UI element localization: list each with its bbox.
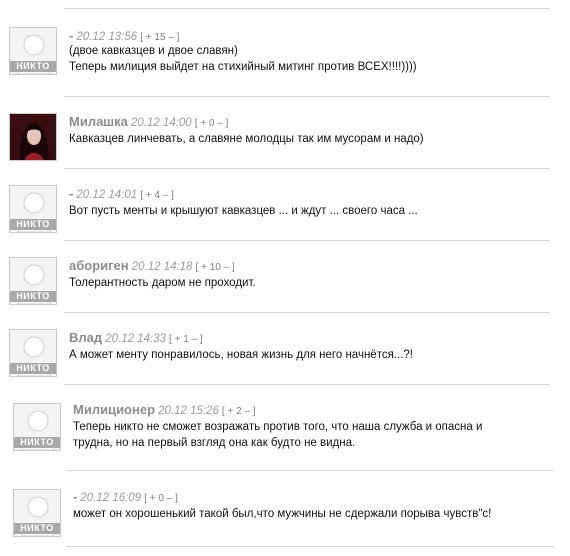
top-divider (64, 8, 550, 9)
vote-up-link[interactable]: [ + (144, 493, 155, 504)
vote-up-link[interactable]: [ + (140, 32, 151, 43)
comment-rating: [ + 10 – ] (196, 262, 235, 273)
comment-divider (64, 96, 550, 97)
vote-down-link[interactable]: – ] (168, 32, 179, 43)
vote-down-link[interactable]: – ] (167, 493, 178, 504)
avatar-caption: НИКТО (10, 291, 56, 302)
avatar[interactable]: НИКТО (9, 329, 57, 377)
comment-divider (64, 168, 550, 169)
comment-text-line: Теперь никто не сможет возражать против … (73, 421, 483, 433)
comment-author[interactable]: Милашка (69, 114, 128, 129)
comment-text-line: Вот пусть менты и крышуют кавказцев ... … (69, 205, 418, 217)
comment-date: 20.12 16:09 (80, 492, 142, 504)
comment-date: 20.12 13:56 (76, 31, 138, 43)
avatar-caption: НИКТО (10, 219, 56, 230)
comment-date: 20.12 14:01 (76, 189, 138, 201)
comment-date: 20.12 14:33 (105, 333, 166, 345)
vote-up-link[interactable]: [ + (196, 262, 207, 273)
vote-up-link[interactable]: [ + (169, 334, 180, 345)
comment-text-line: (двое кавказцев и двое славян) (69, 45, 238, 57)
vote-down-link[interactable]: – ] (192, 334, 203, 345)
comment-divider (66, 546, 554, 547)
comment-text-line: А может менту понравилось, новая жизнь д… (69, 349, 413, 361)
rating-score: 0 (158, 493, 164, 504)
comment-text-line: Теперь милиция выйдет на стихийный митин… (69, 61, 417, 73)
rating-score: 0 (208, 118, 215, 129)
avatar-caption: НИКТО (10, 61, 56, 72)
comment-rating: [ + 15 – ] (140, 32, 179, 43)
comment-text-line: трудна, но на первый взгляд она как будт… (73, 437, 356, 449)
avatar[interactable]: НИКТО (13, 489, 61, 537)
vote-down-link[interactable]: – ] (217, 118, 228, 129)
comment-author[interactable]: абориген (69, 258, 129, 273)
avatar-caption: НИКТО (10, 363, 56, 374)
comment-date: 20.12 15:26 (158, 405, 219, 417)
comment-rating: [ + 1 – ] (169, 334, 203, 345)
vote-up-link[interactable]: [ + (140, 190, 151, 201)
user-photo-icon (10, 114, 56, 160)
vote-up-link[interactable]: [ + (195, 118, 206, 129)
comment-divider (66, 470, 554, 471)
rating-score: 15 (154, 32, 166, 43)
avatar[interactable]: НИКТО (9, 27, 57, 75)
comment-date: 20.12 14:00 (130, 117, 192, 129)
vote-up-link[interactable]: [ + (222, 406, 233, 417)
comment-text-line: Кавказцев линчевать, а славяне молодцы т… (69, 133, 424, 145)
comment-author[interactable]: Милиционер (73, 402, 155, 417)
comment-author[interactable]: - (69, 186, 73, 201)
comment-author[interactable]: - (69, 28, 73, 43)
vote-down-link[interactable]: – ] (224, 262, 235, 273)
rating-score: 4 (154, 190, 160, 201)
avatar[interactable]: НИКТО (9, 257, 57, 305)
rating-score: 2 (236, 406, 242, 417)
comment-divider (64, 312, 550, 313)
comment-divider (64, 384, 550, 385)
avatar[interactable]: НИКТО (9, 185, 57, 233)
comment-rating: [ + 4 – ] (140, 190, 174, 201)
comment-rating: [ + 2 – ] (222, 406, 256, 417)
avatar-caption: НИКТО (14, 523, 60, 534)
comment-divider (64, 240, 550, 241)
comment-text-line: может он хорошенький такой был,что мужчи… (73, 508, 492, 520)
comment-date: 20.12 14:18 (131, 261, 193, 273)
avatar[interactable]: НИКТО (13, 403, 61, 451)
vote-down-link[interactable]: – ] (163, 190, 174, 201)
rating-score: 10 (209, 262, 221, 273)
vote-down-link[interactable]: – ] (244, 406, 255, 417)
comment-author[interactable]: Влад (69, 330, 102, 345)
avatar[interactable] (9, 113, 57, 161)
comment-text-line: Толерантность даром не проходит. (69, 277, 256, 289)
comment-rating: [ + 0 – ] (195, 118, 229, 129)
comment-rating: [ + 0 – ] (144, 493, 178, 504)
avatar-caption: НИКТО (14, 437, 60, 448)
comment-author[interactable]: - (73, 489, 77, 504)
rating-score: 1 (183, 334, 189, 345)
